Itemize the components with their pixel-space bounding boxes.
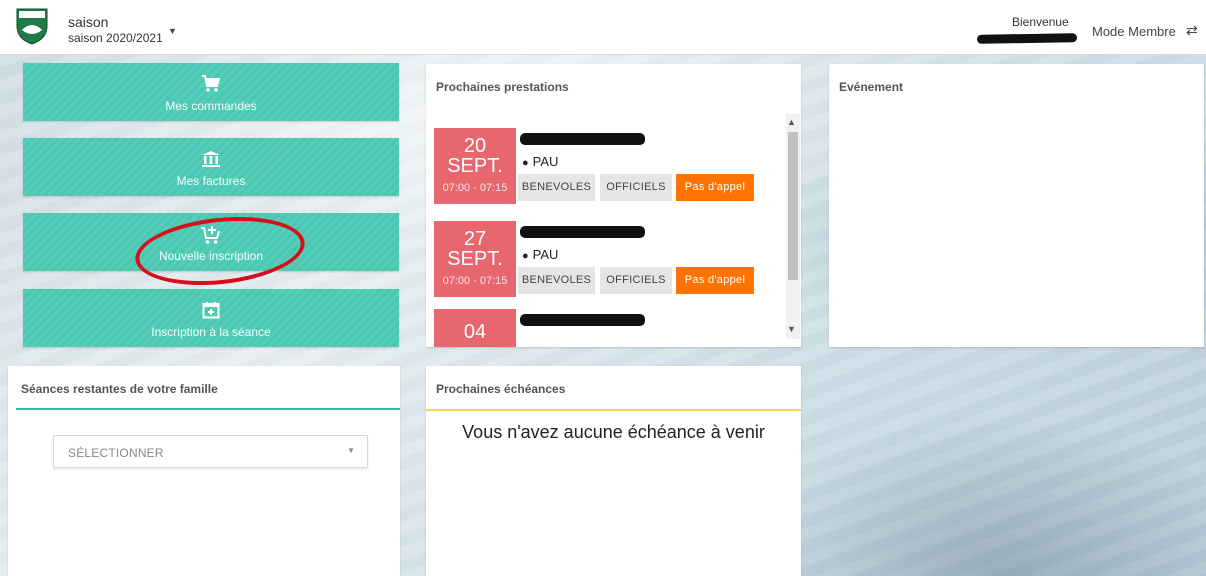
redacted-event-name [520,314,645,326]
map-pin-icon: ● [522,157,529,169]
divider [426,409,801,411]
divider [16,408,400,410]
location-text: PAU [532,247,559,262]
panel-title: Prochaines échéances [436,382,566,396]
list-item[interactable]: 04 [434,309,784,347]
season-label: saison [68,14,109,30]
time-range: 07:00 - 07:15 [442,275,508,287]
tile-mes-commandes[interactable]: Mes commandes [23,63,399,121]
redacted-event-name [520,226,645,238]
swap-arrows-icon[interactable]: ⇄ [1186,22,1198,39]
cart-icon [23,75,399,98]
season-selector[interactable]: saison 2020/2021 [68,31,163,45]
chevron-down-icon[interactable]: ▼ [168,26,177,36]
date-badge: 20 SEPT. 07:00 - 07:15 [434,128,516,204]
panel-title: Séances restantes de votre famille [21,382,218,396]
chevron-down-icon[interactable]: ▼ [787,324,796,334]
chip-benevoles[interactable]: BENEVOLES [518,267,595,294]
panel-prestations: Prochaines prestations 20 SEPT. 07:00 - … [426,64,801,347]
bank-icon [23,150,399,173]
panel-seances-restantes: Séances restantes de votre famille SÉLEC… [8,366,400,576]
calendar-plus-icon [23,301,399,324]
map-pin-icon: ● [522,250,529,262]
tile-label: Inscription à la séance [151,325,271,339]
chevron-down-icon: ▼ [347,446,355,455]
tile-label: Mes commandes [165,99,257,113]
date-badge: 27 SEPT. 07:00 - 07:15 [434,221,516,297]
panel-title: Prochaines prestations [436,80,569,94]
chip-pas-appel[interactable]: Pas d'appel [676,267,754,294]
panel-echeances: Prochaines échéances Vous n'avez aucune … [426,366,801,576]
time-range: 07:00 - 07:15 [442,182,508,194]
select-placeholder: SÉLECTIONNER [68,446,164,460]
chip-officiels[interactable]: OFFICIELS [600,267,672,294]
location: ● PAU [522,154,558,169]
chevron-up-icon[interactable]: ▲ [787,117,796,127]
chip-officiels[interactable]: OFFICIELS [600,174,672,201]
club-shield-icon[interactable] [14,6,50,46]
tile-label: Mes factures [176,174,246,188]
location-text: PAU [532,154,559,169]
date-month: SEPT. [447,248,503,270]
empty-message: Vous n'avez aucune échéance à venir [462,422,765,442]
panel-evenement: Evénement [829,64,1204,347]
date-badge: 04 [434,309,516,347]
date-day: 04 [463,321,487,343]
redacted-event-name [520,133,645,145]
date-month: SEPT. [447,155,503,177]
panel-title: Evénement [839,80,904,94]
location: ● PAU [522,247,558,262]
member-select[interactable]: SÉLECTIONNER ▼ [53,435,368,468]
redacted-username [976,33,1078,44]
list-item[interactable]: 27 SEPT. 07:00 - 07:15 ● PAU BENEVOLES OF… [434,221,784,301]
tile-mes-factures[interactable]: Mes factures [23,138,399,196]
scroll-thumb[interactable] [788,132,798,280]
chip-pas-appel[interactable]: Pas d'appel [676,174,754,201]
list-item[interactable]: 20 SEPT. 07:00 - 07:15 ● PAU BENEVOLES OF… [434,128,784,208]
scrollbar[interactable]: ▲ ▼ [786,114,800,339]
mode-switch-label[interactable]: Mode Membre [1092,24,1176,39]
top-bar: saison saison 2020/2021 ▼ Bienvenue Mode… [0,0,1206,55]
chip-benevoles[interactable]: BENEVOLES [518,174,595,201]
tile-inscription-seance[interactable]: Inscription à la séance [23,289,399,347]
welcome-text: Bienvenue [1012,15,1069,29]
